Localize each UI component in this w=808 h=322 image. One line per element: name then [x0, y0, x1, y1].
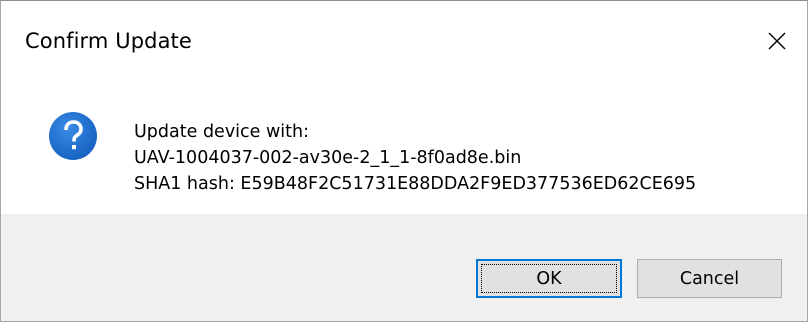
question-icon: [49, 112, 97, 160]
focus-rectangle: [481, 264, 617, 293]
close-icon: [768, 32, 786, 50]
confirm-update-dialog: Confirm Update Update device with: UAV-1…: [0, 0, 808, 322]
cancel-button-label: Cancel: [679, 268, 740, 289]
title-bar: Confirm Update: [1, 1, 807, 81]
close-button[interactable]: [747, 19, 807, 63]
dialog-title: Confirm Update: [25, 29, 192, 53]
message-area: Update device with: UAV-1004037-002-av30…: [1, 81, 807, 214]
message-line-1: Update device with:: [134, 122, 310, 142]
cancel-button[interactable]: Cancel: [637, 259, 782, 298]
message-hash: SHA1 hash: E59B48F2C51731E88DDA2F9ED3775…: [134, 174, 697, 194]
message-filename: UAV-1004037-002-av30e-2_1_1-8f0ad8e.bin: [134, 148, 522, 168]
ok-button[interactable]: OK: [476, 259, 622, 298]
message-text: Update device with: UAV-1004037-002-av30…: [134, 119, 696, 197]
button-bar: OK Cancel: [1, 214, 807, 321]
